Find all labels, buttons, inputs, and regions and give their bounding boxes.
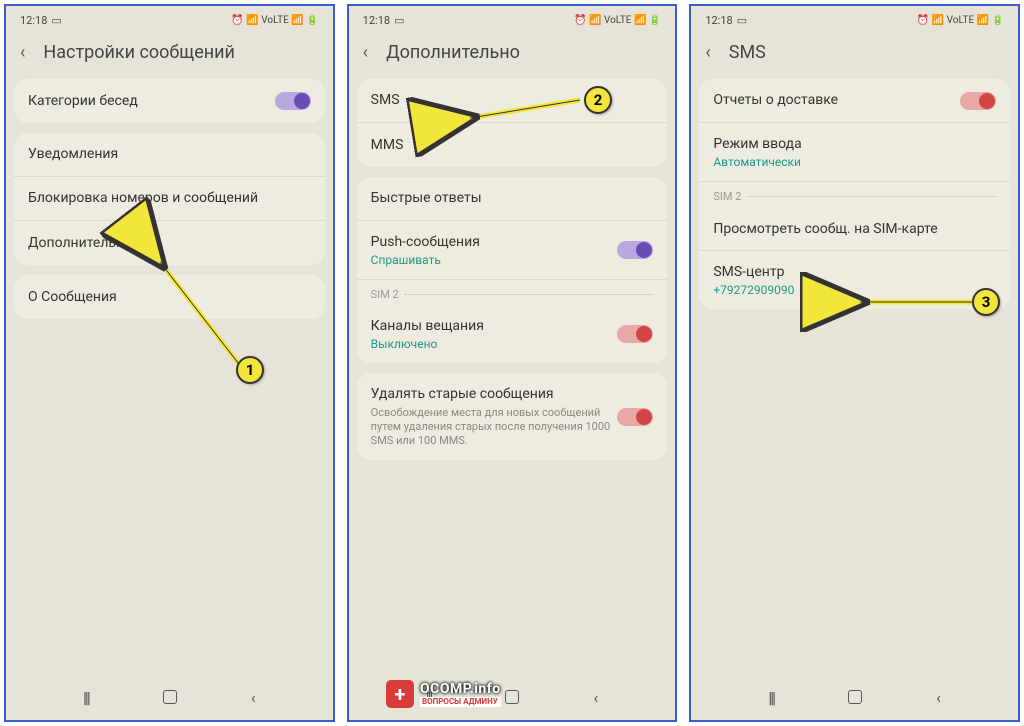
back-icon[interactable]: ‹ <box>16 38 29 67</box>
status-screenshot-icon: ▭ <box>51 14 61 27</box>
page-title: SMS <box>729 42 766 63</box>
toggle-delivery[interactable] <box>960 92 996 110</box>
logo-cross-icon: + <box>386 680 414 708</box>
back-icon[interactable]: ‹ <box>701 38 714 67</box>
header: ‹ SMS <box>691 30 1018 79</box>
phone-screen-1: 12:18 ▭ ⏰ 📶 VoLTE 📶 🔋 ‹ Настройки сообщен… <box>4 4 335 722</box>
sim2-label: SIM 2 <box>357 280 668 305</box>
toggle-broadcast[interactable] <box>617 325 653 343</box>
toggle-categories[interactable] <box>275 92 311 110</box>
nav-recent-icon[interactable]: ||| <box>83 688 89 707</box>
row-view-sim[interactable]: Просмотреть сообщ. на SIM-карте <box>699 207 1010 251</box>
logo-sub-text: ВОПРОСЫ АДМИНУ <box>420 697 501 707</box>
toggle-push[interactable] <box>617 241 653 259</box>
row-sms-center[interactable]: SMS-центр +79272909090 <box>699 251 1010 309</box>
phone-screen-3: 12:18 ▭ ⏰ 📶 VoLTE 📶 🔋 ‹ SMS Отчеты о дост… <box>689 4 1020 722</box>
back-icon[interactable]: ‹ <box>359 38 372 67</box>
row-delivery-reports[interactable]: Отчеты о доставке <box>699 79 1010 123</box>
status-bar: 12:18 ▭ ⏰ 📶 VoLTE 📶 🔋 <box>349 6 676 30</box>
row-delete-old[interactable]: Удалять старые сообщения Освобождение ме… <box>357 373 668 460</box>
status-icons: ⏰ 📶 VoLTE 📶 🔋 <box>231 15 318 26</box>
callout-2: 2 <box>584 86 612 114</box>
nav-back-icon[interactable]: ‹ <box>251 688 256 707</box>
nav-bar: ||| ‹ <box>691 676 1018 720</box>
logo-badge: + OCOMP.info ВОПРОСЫ АДМИНУ <box>386 680 501 708</box>
phone-screen-2: 12:18 ▭ ⏰ 📶 VoLTE 📶 🔋 ‹ Дополнительно SMS… <box>347 4 678 722</box>
status-bar: 12:18 ▭ ⏰ 📶 VoLTE 📶 🔋 <box>6 6 333 30</box>
logo-main-text: OCOMP.info <box>420 682 501 696</box>
header: ‹ Настройки сообщений <box>6 30 333 79</box>
row-quick-replies[interactable]: Быстрые ответы <box>357 177 668 221</box>
nav-back-icon[interactable]: ‹ <box>594 688 599 707</box>
status-icons: ⏰ 📶 VoLTE 📶 🔋 <box>917 15 1004 26</box>
toggle-delete-old[interactable] <box>617 408 653 426</box>
status-time: 12:18 <box>705 14 732 27</box>
nav-bar: ||| ‹ <box>6 676 333 720</box>
status-bar: 12:18 ▭ ⏰ 📶 VoLTE 📶 🔋 <box>691 6 1018 30</box>
row-advanced[interactable]: Дополнительно <box>14 221 325 265</box>
row-categories[interactable]: Категории бесед <box>14 79 325 123</box>
sim2-label: SIM 2 <box>699 182 1010 207</box>
row-broadcast[interactable]: Каналы вещания Выключено <box>357 305 668 363</box>
status-screenshot-icon: ▭ <box>737 14 747 27</box>
status-time: 12:18 <box>20 14 47 27</box>
row-notifications[interactable]: Уведомления <box>14 133 325 177</box>
nav-back-icon[interactable]: ‹ <box>936 688 941 707</box>
header: ‹ Дополнительно <box>349 30 676 79</box>
row-block[interactable]: Блокировка номеров и сообщений <box>14 177 325 221</box>
page-title: Дополнительно <box>386 42 520 63</box>
callout-3: 3 <box>972 288 1000 316</box>
status-time: 12:18 <box>363 14 390 27</box>
callout-1: 1 <box>236 356 264 384</box>
row-input-mode[interactable]: Режим ввода Автоматически <box>699 123 1010 182</box>
status-icons: ⏰ 📶 VoLTE 📶 🔋 <box>574 15 661 26</box>
page-title: Настройки сообщений <box>43 42 235 63</box>
nav-home-icon[interactable] <box>848 690 862 704</box>
status-screenshot-icon: ▭ <box>394 14 404 27</box>
nav-home-icon[interactable] <box>505 690 519 704</box>
row-push[interactable]: Push-сообщения Спрашивать <box>357 221 668 280</box>
nav-recent-icon[interactable]: ||| <box>768 688 774 707</box>
nav-home-icon[interactable] <box>163 690 177 704</box>
row-sms[interactable]: SMS <box>357 79 668 123</box>
row-mms[interactable]: MMS <box>357 123 668 167</box>
row-about[interactable]: О Сообщения <box>14 275 325 319</box>
